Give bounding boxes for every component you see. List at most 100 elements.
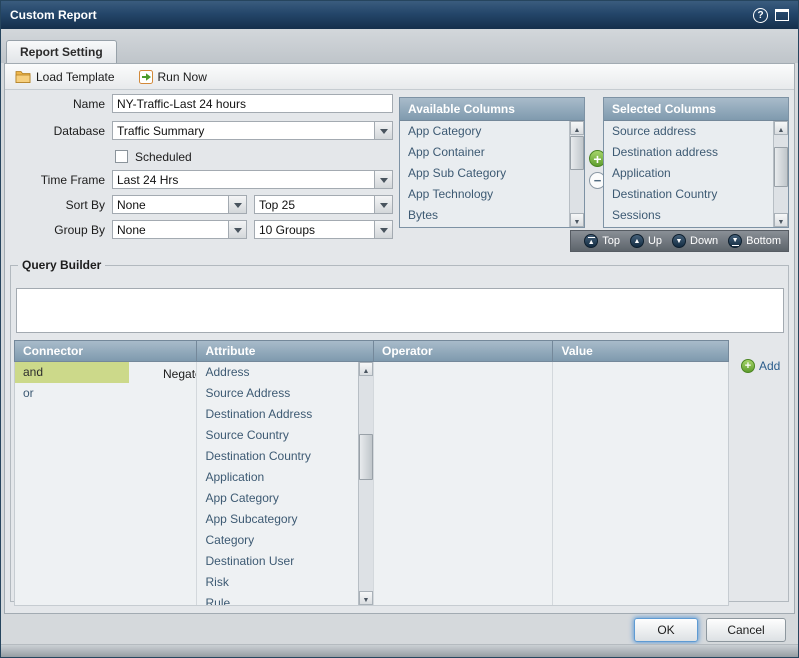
time-frame-select[interactable]: Last 24 Hrs [112, 170, 393, 189]
move-bottom-button[interactable]: Bottom [728, 234, 781, 248]
group-by-value: None [113, 221, 228, 238]
query-input[interactable] [16, 288, 784, 333]
run-now-label: Run Now [158, 70, 207, 84]
database-select[interactable]: Traffic Summary [112, 121, 393, 140]
cancel-button[interactable]: Cancel [706, 618, 786, 642]
attribute-option[interactable]: Address [197, 362, 358, 383]
column-header-connector: Connector [15, 341, 197, 361]
selected-column-item[interactable]: Application [604, 163, 773, 184]
chevron-down-icon[interactable] [374, 122, 392, 139]
connector-column: and or Negate [15, 362, 197, 605]
attribute-option[interactable]: Source Address [197, 383, 358, 404]
tab-report-setting[interactable]: Report Setting [6, 40, 117, 63]
attribute-option[interactable]: Application [197, 467, 358, 488]
name-label: Name [5, 95, 105, 114]
query-table-header: Connector Attribute Operator Value [14, 340, 729, 362]
tab-strip: Report Setting [1, 29, 798, 63]
help-icon[interactable]: ? [753, 8, 768, 23]
attribute-option[interactable]: Source Country [197, 425, 358, 446]
scroll-up-icon[interactable] [774, 121, 788, 135]
available-columns-panel: Available Columns App Category App Conta… [399, 97, 585, 228]
negate-label[interactable]: Negate [163, 367, 197, 381]
chevron-down-icon[interactable] [374, 221, 392, 238]
group-by-groups-select[interactable]: 10 Groups [254, 220, 393, 239]
database-label: Database [5, 122, 105, 141]
available-column-item[interactable]: App Category [400, 121, 569, 142]
chevron-down-icon[interactable] [228, 196, 246, 213]
attribute-option[interactable]: App Category [197, 488, 358, 509]
available-column-item[interactable]: App Sub Category [400, 163, 569, 184]
move-up-button[interactable]: Up [630, 234, 662, 248]
minimize-icon[interactable] [775, 9, 789, 21]
load-template-button[interactable]: Load Template [15, 70, 115, 84]
run-now-button[interactable]: Run Now [139, 70, 207, 84]
move-down-label: Down [690, 235, 718, 247]
connector-option-and[interactable]: and [15, 362, 129, 383]
titlebar-controls: ? [753, 8, 789, 23]
selected-column-item[interactable]: Destination Country [604, 184, 773, 205]
scroll-down-icon[interactable] [570, 213, 584, 227]
attribute-option[interactable]: Category [197, 530, 358, 551]
move-top-icon [584, 234, 598, 248]
move-down-icon [672, 234, 686, 248]
main-panel: Load Template Run Now Name Database Time… [4, 63, 795, 614]
sort-by-select[interactable]: None [112, 195, 247, 214]
add-rule-label: Add [759, 359, 780, 373]
load-template-label: Load Template [36, 70, 115, 84]
name-input[interactable] [112, 94, 393, 113]
group-by-label: Group By [5, 221, 105, 240]
group-by-select[interactable]: None [112, 220, 247, 239]
attribute-option[interactable]: Destination Country [197, 446, 358, 467]
selected-column-item[interactable]: Destination address [604, 142, 773, 163]
scroll-up-icon[interactable] [570, 121, 584, 135]
selected-column-item[interactable]: Source address [604, 121, 773, 142]
move-bottom-label: Bottom [746, 235, 781, 247]
selected-columns-title: Selected Columns [604, 98, 788, 121]
operator-column [374, 362, 554, 605]
database-value: Traffic Summary [113, 122, 374, 139]
selected-column-item[interactable]: Sessions [604, 205, 773, 226]
attribute-option[interactable]: Rule [197, 593, 358, 605]
chevron-down-icon[interactable] [228, 221, 246, 238]
query-builder-section: Query Builder Connector Attribute Operat… [10, 258, 789, 602]
column-header-attribute: Attribute [197, 341, 374, 361]
scroll-up-icon[interactable] [359, 362, 373, 376]
chevron-down-icon[interactable] [374, 196, 392, 213]
available-column-item[interactable]: Bytes [400, 205, 569, 226]
scroll-down-icon[interactable] [359, 591, 373, 605]
move-down-button[interactable]: Down [672, 234, 718, 248]
attribute-option[interactable]: Destination User [197, 551, 358, 572]
column-header-operator: Operator [374, 341, 554, 361]
dialog-title: Custom Report [10, 8, 97, 22]
available-column-item[interactable]: App Technology [400, 184, 569, 205]
available-column-item[interactable]: App Container [400, 142, 569, 163]
toolbar: Load Template Run Now [5, 64, 794, 90]
scroll-thumb[interactable] [359, 434, 373, 480]
scheduled-checkbox[interactable] [115, 150, 128, 163]
ok-button[interactable]: OK [634, 618, 698, 642]
status-bar [1, 644, 798, 657]
sort-by-value: None [113, 196, 228, 213]
connector-option-or[interactable]: or [15, 383, 129, 404]
selected-columns-scrollbar[interactable] [773, 121, 788, 227]
available-columns-scrollbar[interactable] [569, 121, 584, 227]
move-up-label: Up [648, 235, 662, 247]
run-arrow-icon [139, 70, 153, 84]
attribute-option[interactable]: Destination Address [197, 404, 358, 425]
scroll-thumb[interactable] [570, 136, 584, 170]
selected-columns-panel: Selected Columns Source address Destinat… [603, 97, 789, 228]
attribute-scrollbar[interactable] [358, 362, 373, 605]
time-frame-value: Last 24 Hrs [113, 171, 374, 188]
add-rule-button[interactable]: Add [741, 359, 780, 373]
attribute-option[interactable]: App Subcategory [197, 509, 358, 530]
available-columns-title: Available Columns [400, 98, 584, 121]
chevron-down-icon[interactable] [374, 171, 392, 188]
query-builder-title: Query Builder [18, 258, 105, 272]
move-top-button[interactable]: Top [584, 234, 620, 248]
move-up-icon [630, 234, 644, 248]
sort-by-top-select[interactable]: Top 25 [254, 195, 393, 214]
attribute-option[interactable]: Risk [197, 572, 358, 593]
title-bar: Custom Report ? [1, 1, 798, 29]
scroll-down-icon[interactable] [774, 213, 788, 227]
scroll-thumb[interactable] [774, 147, 788, 187]
